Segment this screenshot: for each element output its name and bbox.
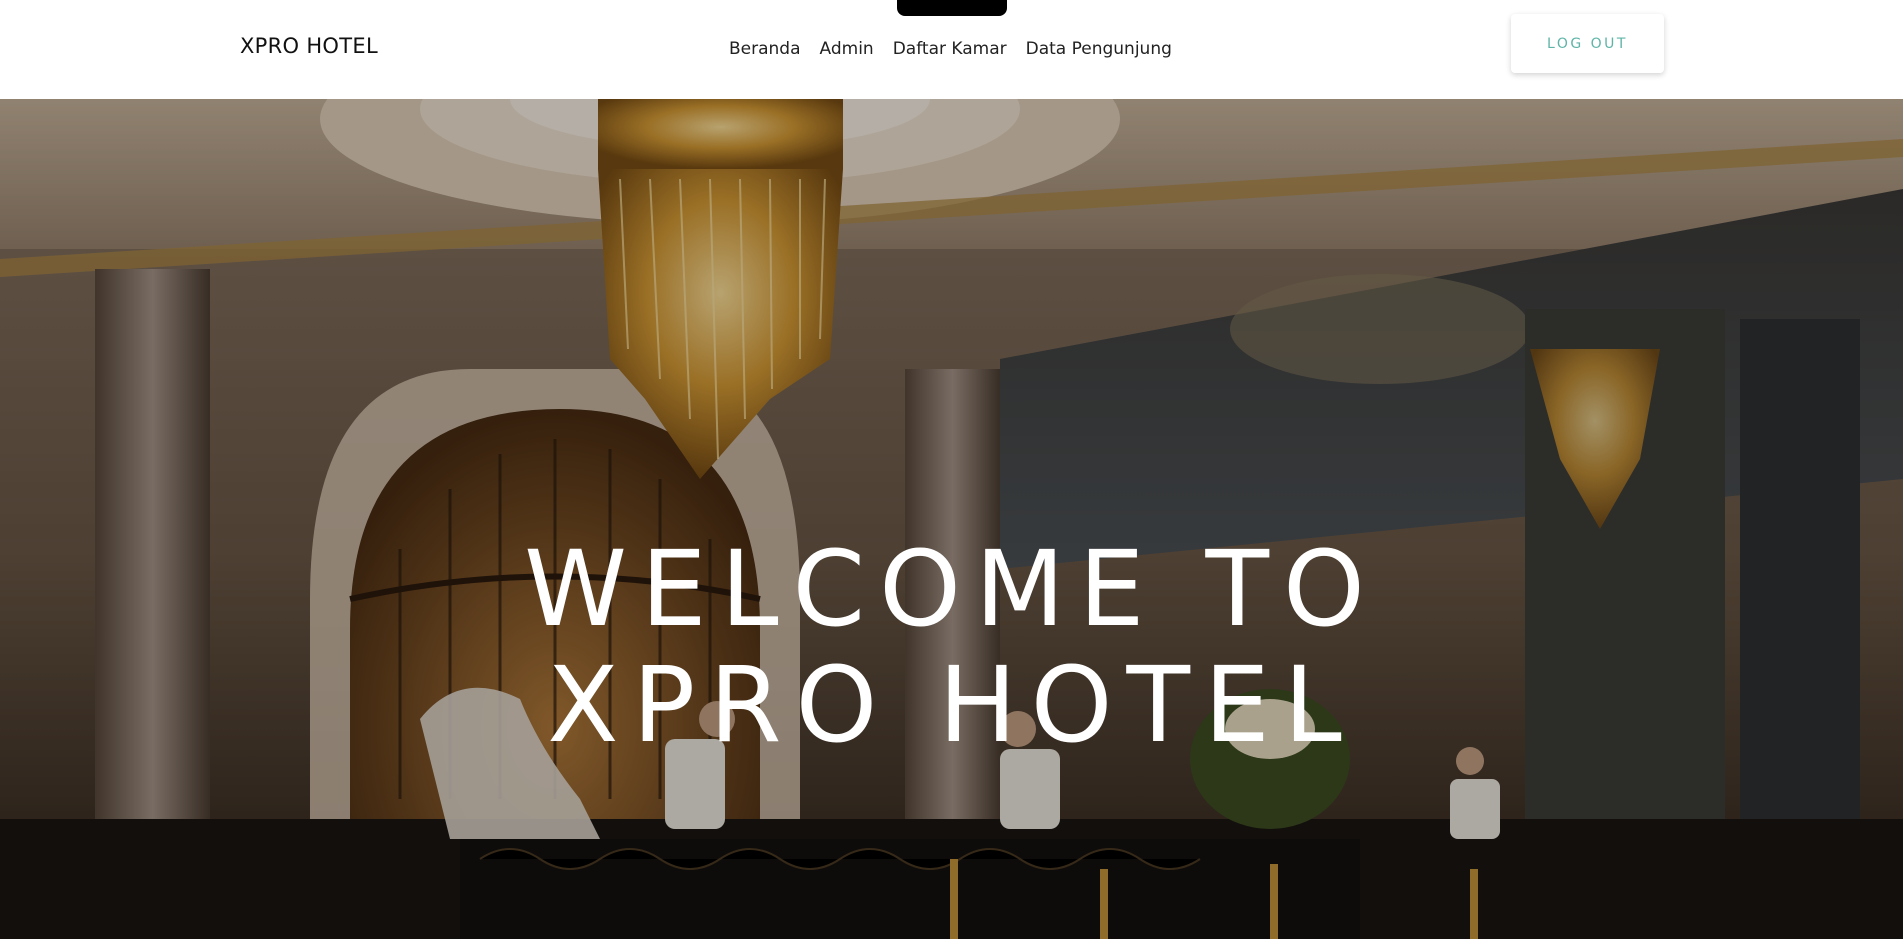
nav-link-daftar-kamar[interactable]: Daftar Kamar	[893, 39, 1007, 59]
main-nav: Beranda Admin Daftar Kamar Data Pengunju…	[729, 39, 1172, 59]
nav-link-data-pengunjung[interactable]: Data Pengunjung	[1026, 39, 1172, 59]
hero-title: WELCOME TO XPRO HOTEL	[0, 531, 1903, 763]
brand-logo[interactable]: XPRO HOTEL	[240, 34, 378, 58]
hero-overlay	[0, 99, 1903, 939]
top-navbar: XPRO HOTEL Beranda Admin Daftar Kamar Da…	[0, 0, 1903, 99]
active-nav-indicator	[897, 0, 1007, 16]
hero-title-line1: WELCOME TO	[524, 527, 1379, 650]
nav-link-admin[interactable]: Admin	[820, 39, 874, 59]
nav-link-beranda[interactable]: Beranda	[729, 39, 801, 59]
hero-section: WELCOME TO XPRO HOTEL	[0, 99, 1903, 939]
logout-button[interactable]: LOG OUT	[1511, 14, 1664, 73]
hero-title-line2: XPRO HOTEL	[547, 643, 1356, 766]
